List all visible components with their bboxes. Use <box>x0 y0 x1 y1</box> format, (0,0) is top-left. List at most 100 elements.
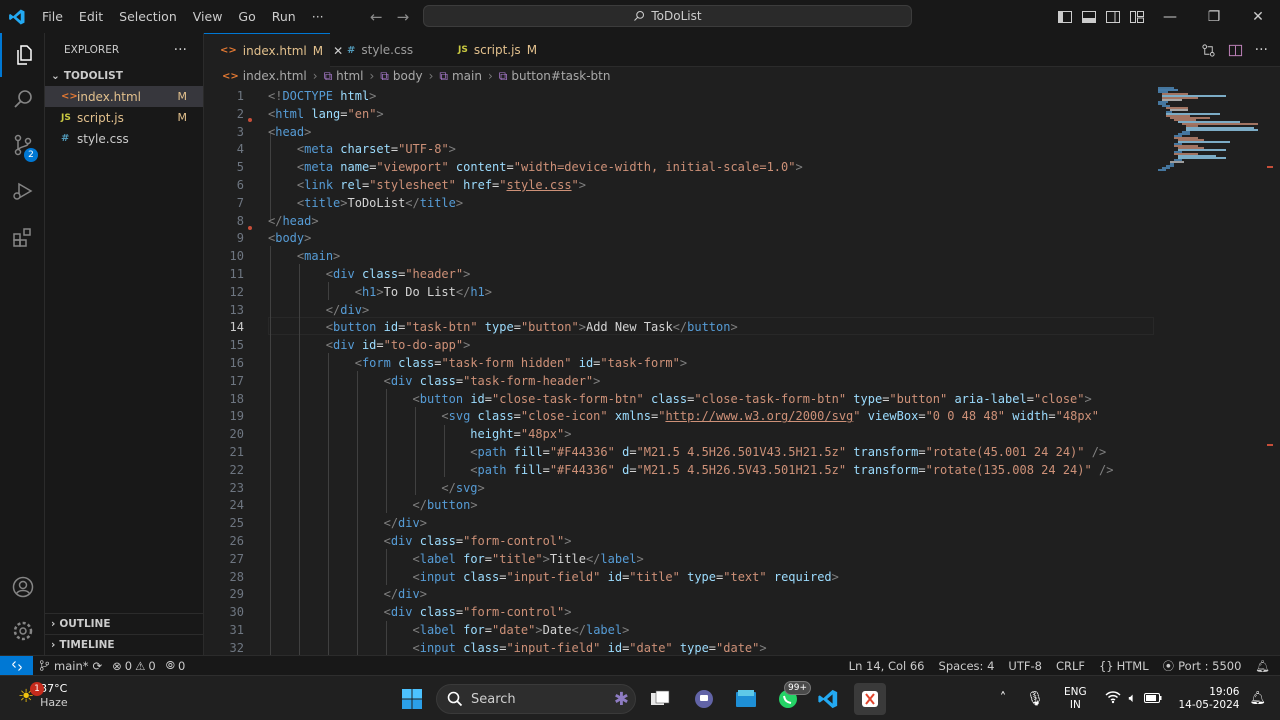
source-control-icon[interactable]: 2 <box>0 123 45 167</box>
chevron-up-icon[interactable]: ˄ <box>1000 691 1007 706</box>
branch-status[interactable]: main* ⟳ <box>39 659 102 673</box>
code-line[interactable]: 12 <h1>To Do List</h1> <box>204 283 1280 301</box>
explorer-more-actions[interactable]: ··· <box>174 42 187 58</box>
code-line[interactable]: 24 </button> <box>204 496 1280 514</box>
toggle-secondary-sidebar-icon[interactable] <box>1105 9 1121 25</box>
toggle-primary-sidebar-icon[interactable] <box>1057 9 1073 25</box>
encoding[interactable]: UTF-8 <box>1008 659 1042 673</box>
menu-more[interactable]: ··· <box>304 0 332 33</box>
customize-layout-icon[interactable] <box>1129 9 1145 25</box>
code-line[interactable]: 29 </div> <box>204 585 1280 603</box>
menu-view[interactable]: View <box>185 0 231 33</box>
minimize-icon[interactable]: — <box>1148 0 1192 33</box>
breadcrumb-body[interactable]: body <box>393 69 423 83</box>
restore-icon[interactable]: ❐ <box>1192 0 1236 33</box>
file-script-js[interactable]: JS script.js M <box>45 107 203 128</box>
breadcrumb-main[interactable]: main <box>452 69 482 83</box>
remote-indicator-icon[interactable] <box>0 655 33 676</box>
code-line[interactable]: 4 <meta charset="UTF-8"> <box>204 140 1280 158</box>
back-arrow-icon[interactable]: ← <box>370 8 383 26</box>
command-center[interactable]: ToDoList <box>423 5 912 27</box>
code-line[interactable]: 27 <label for="title">Title</label> <box>204 550 1280 568</box>
task-view-icon[interactable] <box>644 683 676 715</box>
volume-icon[interactable]: 🔈︎ <box>1129 691 1137 706</box>
cursor-position[interactable]: Ln 14, Col 66 <box>849 659 925 673</box>
tab-index-html[interactable]: <> index.html M ✕ <box>204 33 343 67</box>
code-line[interactable]: 16 <form class="task-form hidden" id="ta… <box>204 354 1280 372</box>
notifications-bell-icon[interactable]: 🔔︎ <box>1255 659 1270 673</box>
taskbar-search[interactable]: Search ✱ <box>436 684 636 714</box>
microphone-icon[interactable]: 🎙︎ <box>1026 691 1044 707</box>
code-line[interactable]: 22 <path fill="#F44336" d="M21.5 4.5H26.… <box>204 461 1280 479</box>
menu-go[interactable]: Go <box>230 0 263 33</box>
code-line[interactable]: 2 <html lang="en"> <box>204 105 1280 123</box>
code-line[interactable]: 23 </svg> <box>204 479 1280 497</box>
code-line[interactable]: 30 <div class="form-control"> <box>204 603 1280 621</box>
file-explorer-icon[interactable] <box>730 683 762 715</box>
run-debug-icon[interactable] <box>0 169 45 213</box>
menu-run[interactable]: Run <box>264 0 304 33</box>
code-line[interactable]: 7 <title>ToDoList</title> <box>204 194 1280 212</box>
settings-gear-icon[interactable] <box>0 609 45 653</box>
toggle-panel-icon[interactable] <box>1081 9 1097 25</box>
menu-edit[interactable]: Edit <box>71 0 111 33</box>
code-line[interactable]: 10 <main> <box>204 247 1280 265</box>
forward-arrow-icon[interactable]: → <box>397 8 410 26</box>
input-language[interactable]: ENG IN <box>1064 686 1087 712</box>
breadcrumb-file[interactable]: index.html <box>243 69 307 83</box>
code-line[interactable]: 31 <label for="date">Date</label> <box>204 621 1280 639</box>
ports-status[interactable]: ⦾ 0 <box>166 658 186 673</box>
menu-selection[interactable]: Selection <box>111 0 185 33</box>
code-line[interactable]: 17 <div class="task-form-header"> <box>204 372 1280 390</box>
account-icon[interactable] <box>0 565 45 609</box>
file-index-html[interactable]: <> index.html M <box>45 86 203 107</box>
clock[interactable]: 19:06 14-05-2024 <box>1178 686 1239 712</box>
vscode-taskbar-icon[interactable] <box>812 683 844 715</box>
notification-icon[interactable]: 🔔︎ <box>1249 691 1266 706</box>
code-line[interactable]: 1 <!DOCTYPE html> <box>204 87 1280 105</box>
live-server-port[interactable]: ⦿ Port : 5500 <box>1163 658 1242 674</box>
split-editor-icon[interactable] <box>1228 43 1243 58</box>
sync-icon[interactable]: ⟳ <box>92 659 102 673</box>
tab-style-css[interactable]: # style.css <box>331 33 441 67</box>
compare-changes-icon[interactable] <box>1201 43 1216 58</box>
code-line[interactable]: 6 <link rel="stylesheet" href="style.css… <box>204 176 1280 194</box>
code-line[interactable]: 13 </div> <box>204 301 1280 319</box>
code-line[interactable]: 21 <path fill="#F44336" d="M21.5 4.5H26.… <box>204 443 1280 461</box>
code-line[interactable]: 18 <button id="close-task-form-btn" clas… <box>204 390 1280 408</box>
code-line[interactable]: 14 <button id="task-btn" type="button">A… <box>204 318 1280 336</box>
indentation[interactable]: Spaces: 4 <box>939 659 995 673</box>
code-line[interactable]: 19 <svg class="close-icon" xmlns="http:/… <box>204 407 1280 425</box>
code-line[interactable]: 26 <div class="form-control"> <box>204 532 1280 550</box>
tab-script-js[interactable]: JS script.js M <box>442 33 552 67</box>
code-line[interactable]: 32 <input class="input-field" id="date" … <box>204 639 1280 655</box>
line-ending[interactable]: CRLF <box>1056 659 1085 673</box>
snipping-tool-icon[interactable] <box>854 683 886 715</box>
vscode-logo-icon[interactable] <box>0 0 34 33</box>
explorer-icon[interactable] <box>0 33 45 77</box>
code-line[interactable]: 15 <div id="to-do-app"> <box>204 336 1280 354</box>
language-mode[interactable]: {} HTML <box>1099 659 1149 673</box>
menu-file[interactable]: File <box>34 0 71 33</box>
timeline-section[interactable]: › TIMELINE <box>45 634 204 655</box>
more-actions-icon[interactable]: ··· <box>1255 42 1268 58</box>
teams-chat-icon[interactable] <box>688 683 720 715</box>
code-editor[interactable]: 1 <!DOCTYPE html> 2 <html lang="en"> 3 <head>… <box>204 86 1280 655</box>
file-style-css[interactable]: # style.css <box>45 128 203 149</box>
problems-status[interactable]: ⊗ 0 ⚠ 0 <box>112 659 156 673</box>
code-line[interactable]: 3 <head> <box>204 123 1280 141</box>
battery-icon[interactable] <box>1144 692 1162 706</box>
close-window-icon[interactable]: ✕ <box>1236 0 1280 33</box>
code-line[interactable]: 5 <meta name="viewport" content="width=d… <box>204 158 1280 176</box>
code-line[interactable]: 9 <body> <box>204 229 1280 247</box>
code-line[interactable]: 28 <input class="input-field" id="title"… <box>204 568 1280 586</box>
outline-section[interactable]: › OUTLINE <box>45 613 204 634</box>
folder-todolist[interactable]: ⌄ TODOLIST <box>45 66 203 86</box>
windows-start-icon[interactable] <box>396 683 428 715</box>
wifi-icon[interactable] <box>1105 690 1121 708</box>
code-line[interactable]: 11 <div class="header"> <box>204 265 1280 283</box>
search-icon[interactable] <box>0 77 45 121</box>
extensions-icon[interactable] <box>0 215 45 259</box>
code-line[interactable]: 25 </div> <box>204 514 1280 532</box>
breadcrumb-html[interactable]: html <box>336 69 363 83</box>
